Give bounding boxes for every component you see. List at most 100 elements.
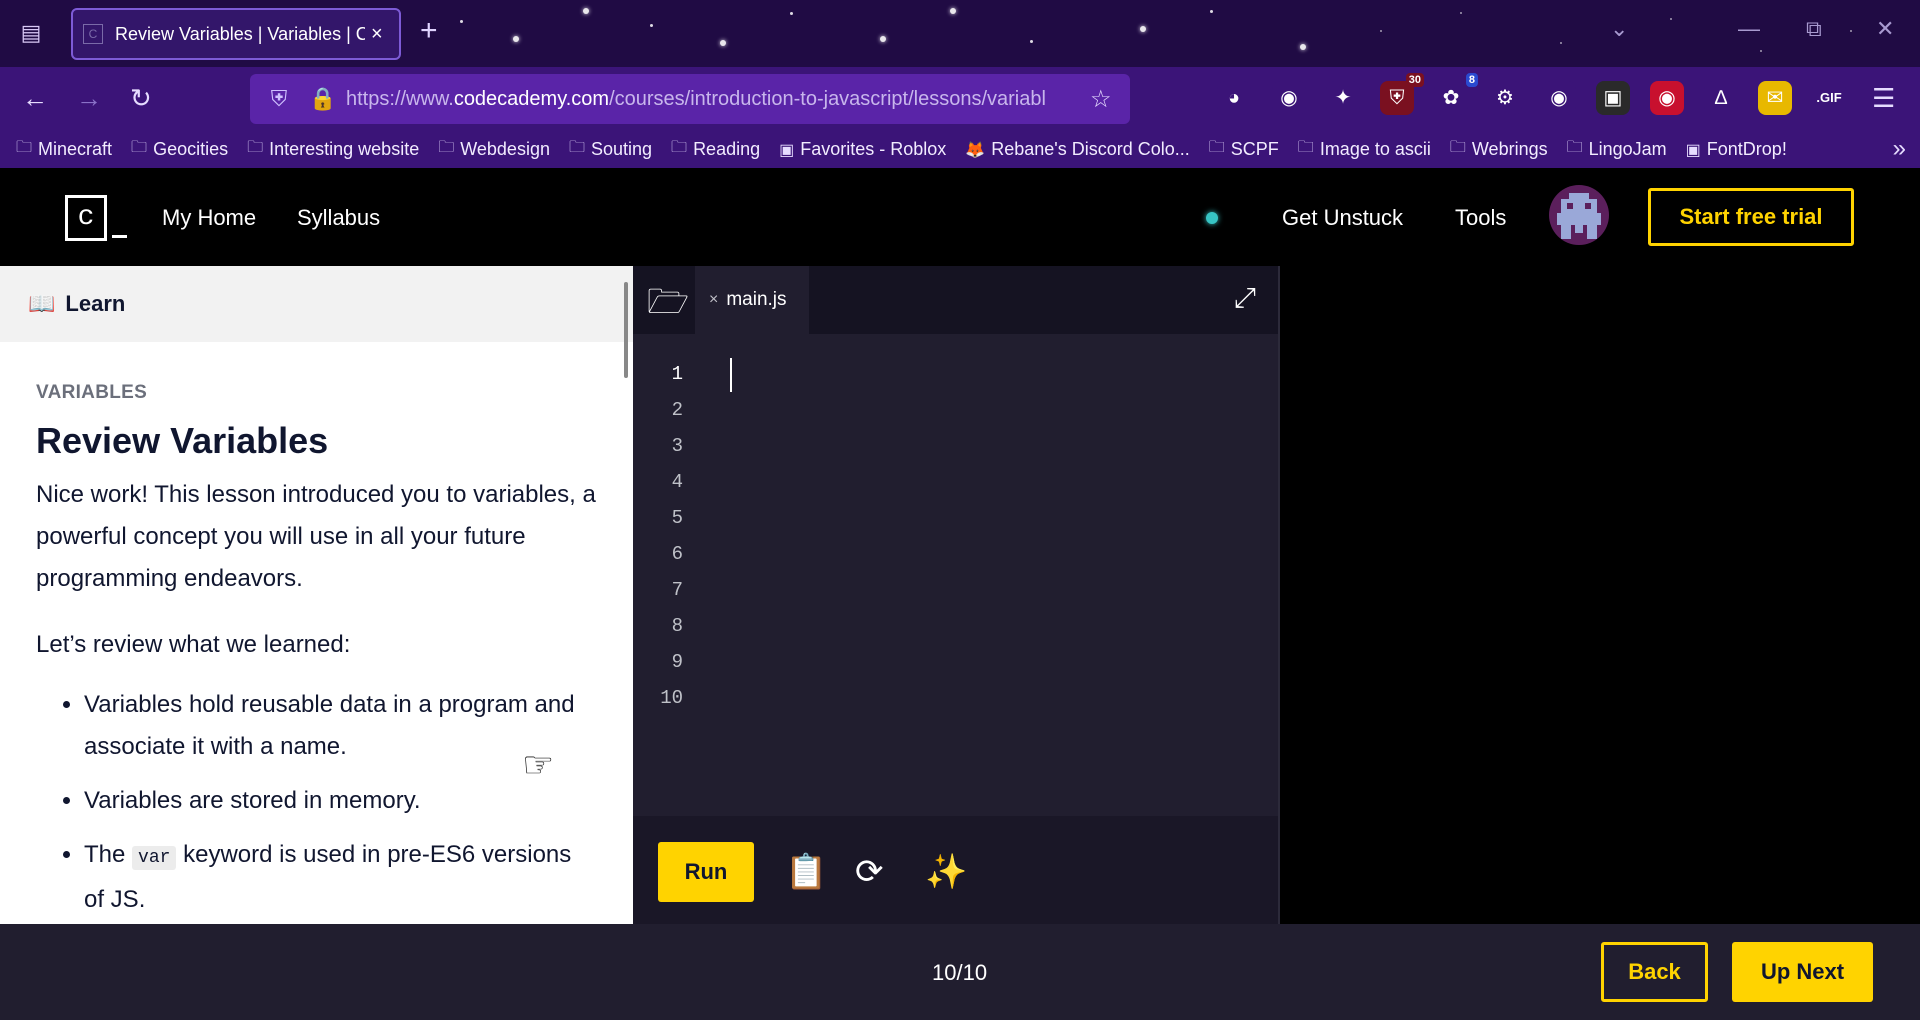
reload-icon[interactable]: ↻ [130,83,152,114]
bookmark-item[interactable]: 🗀 Minecraft [16,136,112,163]
expand-icon[interactable]: ⤢ [1234,282,1256,315]
list-item: The var keyword is used in pre-ES6 versi… [84,834,596,921]
bookmark-label: Rebane's Discord Colo... [991,139,1190,159]
close-window-icon[interactable]: ✕ [1876,16,1894,42]
bookmark-item[interactable]: ▣ FontDrop! [1686,136,1787,163]
star-decoration [1850,30,1852,32]
inline-code: var [132,846,177,870]
url-text[interactable]: https://www.codecademy.com/courses/intro… [346,88,1086,111]
gif-icon[interactable]: .GIF [1812,81,1846,115]
notification-dot[interactable] [1206,212,1218,224]
output-panel [1280,266,1920,924]
codecademy-logo[interactable]: c [65,195,127,241]
url-base: https://www. [346,87,454,110]
star-decoration [1140,26,1146,32]
shield-icon[interactable]: ⛨ [264,86,294,112]
minimize-window-icon[interactable]: — [1738,16,1760,42]
bookmark-item[interactable]: ▣ Favorites - Roblox [779,136,946,163]
bookmark-item[interactable]: 🗀 Image to ascii [1298,136,1431,163]
lesson-scrollbar[interactable] [624,282,628,378]
roblox-icon: ▣ [779,141,795,159]
bookmark-item[interactable]: 🗀 SCPF [1209,136,1279,163]
cookie-icon[interactable]: ◉ [1542,81,1576,115]
ds-icon[interactable]: ∆ [1704,81,1738,115]
bookmark-item[interactable]: 🗀 Souting [569,136,652,163]
bookmark-label: Webdesign [460,139,550,159]
bookmark-label: Favorites - Roblox [800,139,947,159]
bookmark-item[interactable]: 🗀 LingoJam [1567,136,1667,163]
tools-button[interactable]: Tools [1455,205,1506,231]
new-tab-button[interactable]: + [420,14,438,48]
ladybug-icon[interactable]: ✿ 8 [1434,73,1478,115]
ghost-icon[interactable]: ▣ [1596,81,1630,115]
extension-badge: 30 [1405,73,1424,87]
bookmark-item[interactable]: 🦊 Rebane's Discord Colo... [965,136,1189,163]
star-decoration [1670,18,1672,20]
folder-icon: 🗀 [247,139,264,156]
more-bookmarks-chevron-icon[interactable]: » [1893,135,1906,163]
codecademy-header: c My Home Syllabus Get Unstuck Tools Sta… [0,168,1920,266]
editor-toolbar: 🗁 × main.js ⤢ [633,266,1278,334]
robot-icon[interactable]: ⚙ [1488,81,1522,115]
start-free-trial-button[interactable]: Start free trial [1648,188,1854,246]
editor-actions: Run 📋 ⟳ ✨ [633,816,1278,924]
point-text: The [84,841,133,868]
star-decoration [1460,12,1462,14]
puzzle-icon[interactable]: ✦ [1326,81,1360,115]
restore-window-icon[interactable]: ⧉ [1806,16,1822,42]
bookmark-item[interactable]: 🗀 Webdesign [438,136,550,163]
folder-icon: 🗀 [1208,139,1225,156]
text-caret[interactable] [730,358,732,392]
nav-my-home[interactable]: My Home [162,205,256,231]
browser-tab-strip: ▤ C Review Variables | Variables | Codec… [0,0,1920,67]
bookmark-label: LingoJam [1588,139,1667,159]
avatar-extension-icon[interactable]: ◉ [1272,81,1306,115]
reset-refresh-icon[interactable]: ⟳ [855,852,884,892]
back-arrow-icon[interactable]: ← [22,83,48,114]
back-button[interactable]: Back [1601,942,1708,1002]
nav-syllabus[interactable]: Syllabus [297,205,380,231]
pocket-icon[interactable]: ◕ [1217,81,1251,115]
codecademy-favicon-icon: C [83,24,103,44]
mail-icon[interactable]: ✉ [1758,81,1792,115]
star-decoration [880,36,886,42]
line-number: 8 [671,615,683,637]
file-tab-label: main.js [726,289,787,310]
code-editor: 🗁 × main.js ⤢ 1 2 3 4 5 6 7 8 9 10 Run 📋 ⟳ ✨ [633,266,1278,924]
close-file-icon[interactable]: × [709,291,718,309]
tab-list-chevron-icon[interactable]: ⌄ [1610,16,1628,42]
close-tab-icon[interactable]: × [371,23,383,46]
bookmark-label: Minecraft [38,139,113,159]
browser-tab-active[interactable]: C Review Variables | Variables | Codecad… [71,8,401,60]
browser-tab-title: Review Variables | Variables | Codecadem… [115,23,365,44]
line-number: 3 [671,435,683,457]
bookmark-label: Geocities [153,139,229,159]
lock-icon[interactable]: 🔒 [308,86,338,112]
get-unstuck-button[interactable]: Get Unstuck [1282,205,1403,231]
star-decoration [1760,50,1762,52]
folder-icon[interactable]: 🗁 [647,278,689,335]
lesson-panel: 📖 Learn VARIABLES Review Variables Nice … [0,266,633,924]
eye-icon[interactable]: ◉ [1650,81,1684,115]
bookmark-item[interactable]: 🗀 Geocities [131,136,228,163]
ublock-icon[interactable]: ⛨ 30 [1380,73,1424,115]
bookmark-item[interactable]: 🗀 Webrings [1450,136,1548,163]
bookmark-label: Reading [693,139,761,159]
bookmark-star-icon[interactable]: ☆ [1090,85,1112,114]
line-number: 2 [671,399,683,421]
magic-wand-icon[interactable]: ✨ [925,852,967,892]
bookmark-item[interactable]: 🗀 Reading [671,136,760,163]
file-tab-main-js[interactable]: × main.js [695,266,809,334]
avatar[interactable] [1549,185,1609,245]
up-next-button[interactable]: Up Next [1732,942,1873,1002]
run-button[interactable]: Run [658,842,754,902]
menu-hamburger-icon[interactable]: ☰ [1872,83,1895,114]
folder-icon: 🗀 [671,139,688,156]
bookmark-item[interactable]: 🗀 Interesting website [247,136,419,163]
tab-overview-icon[interactable]: ▤ [14,20,48,48]
clipboard-icon[interactable]: 📋 [785,852,827,892]
extension-badge: 8 [1465,73,1478,87]
avatar-robot-icon [1557,193,1601,239]
address-bar[interactable]: ⛨ 🔒 https://www.codecademy.com/courses/i… [250,74,1130,124]
folder-icon: 🗀 [1449,139,1466,156]
